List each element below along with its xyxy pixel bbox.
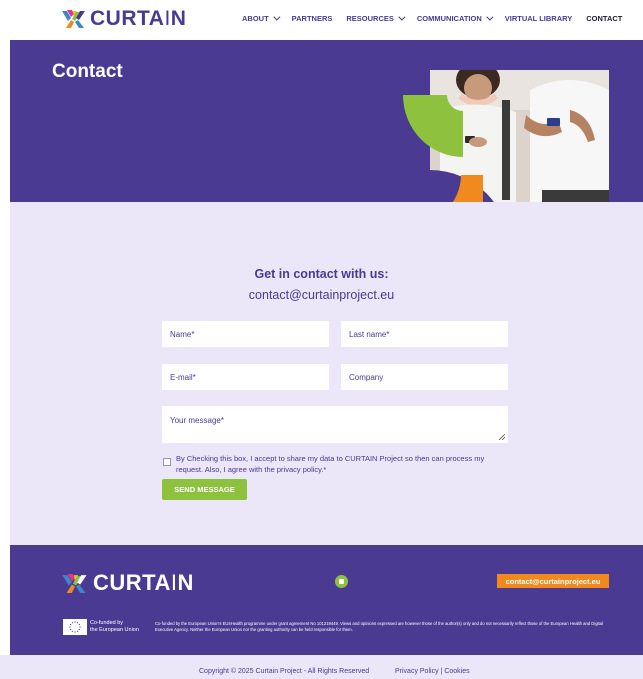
footer-email-button[interactable]: contact@curtainproject.eu: [497, 574, 609, 588]
copyright-text: Copyright © 2025 Curtain Project - All R…: [199, 668, 370, 675]
company-placeholder: Company: [349, 372, 384, 382]
chevron-down-icon: [486, 13, 494, 21]
nav-virtual-library[interactable]: VIRTUAL LIBRARY: [505, 14, 573, 23]
chevron-down-icon: [398, 13, 406, 21]
funding-disclaimer: Co-funded by the European Union's EU4Hea…: [155, 621, 603, 632]
contact-heading: Get in contact with us:: [254, 267, 389, 281]
brand-wordmark: CURTAIN: [90, 7, 187, 30]
email-placeholder: E-mail*: [170, 372, 196, 382]
send-message-button[interactable]: SEND MESSAGE: [162, 479, 247, 500]
eu-cofunded-label: Co-funded by the European Union: [90, 620, 139, 633]
nav-about[interactable]: ABOUT: [242, 13, 281, 23]
last-name-placeholder: Last name*: [349, 329, 390, 339]
chevron-down-icon: [273, 13, 281, 21]
site-footer: [10, 545, 643, 655]
message-field[interactable]: Your message*: [162, 406, 508, 443]
site-logo[interactable]: CURTAIN: [62, 7, 186, 31]
footer-wordmark: CURTAIN: [93, 570, 194, 595]
footer-logo[interactable]: CURTAIN: [62, 570, 194, 596]
cookies-link[interactable]: Cookies: [444, 668, 469, 675]
consent-checkbox[interactable]: [163, 458, 171, 466]
email-field[interactable]: E-mail*: [162, 364, 329, 390]
link-separator: |: [440, 668, 443, 675]
consent-text: By Checking this box, I accept to share …: [176, 454, 485, 474]
legal-links: Privacy Policy | Cookies: [395, 668, 470, 675]
company-field[interactable]: Company: [341, 364, 508, 390]
page-title: Contact: [52, 61, 123, 82]
last-name-field[interactable]: Last name*: [341, 321, 508, 347]
privacy-policy-link[interactable]: Privacy Policy: [395, 668, 439, 675]
name-field[interactable]: Name*: [162, 321, 329, 347]
resize-handle-icon[interactable]: [499, 434, 505, 440]
main-nav: ABOUT PARTNERS RESOURCES COMMUNICATION V…: [242, 13, 622, 23]
site-header: CURTAIN ABOUT PARTNERS RESOURCES COMMUNI…: [0, 0, 643, 40]
nav-communication[interactable]: COMMUNICATION: [417, 13, 494, 23]
name-placeholder: Name*: [170, 329, 195, 339]
nav-contact[interactable]: CONTACT: [586, 14, 622, 23]
curtain-logo-icon: [62, 573, 87, 593]
nav-partners[interactable]: PARTNERS: [292, 14, 333, 23]
nav-resources[interactable]: RESOURCES: [346, 13, 406, 23]
message-placeholder: Your message*: [170, 416, 224, 425]
contact-email[interactable]: contact@curtainproject.eu: [0, 288, 643, 302]
curtain-logo-icon: [62, 10, 85, 28]
copyright-bar: [0, 655, 643, 679]
linkedin-icon[interactable]: [335, 575, 348, 588]
eu-flag-icon: [63, 619, 87, 635]
